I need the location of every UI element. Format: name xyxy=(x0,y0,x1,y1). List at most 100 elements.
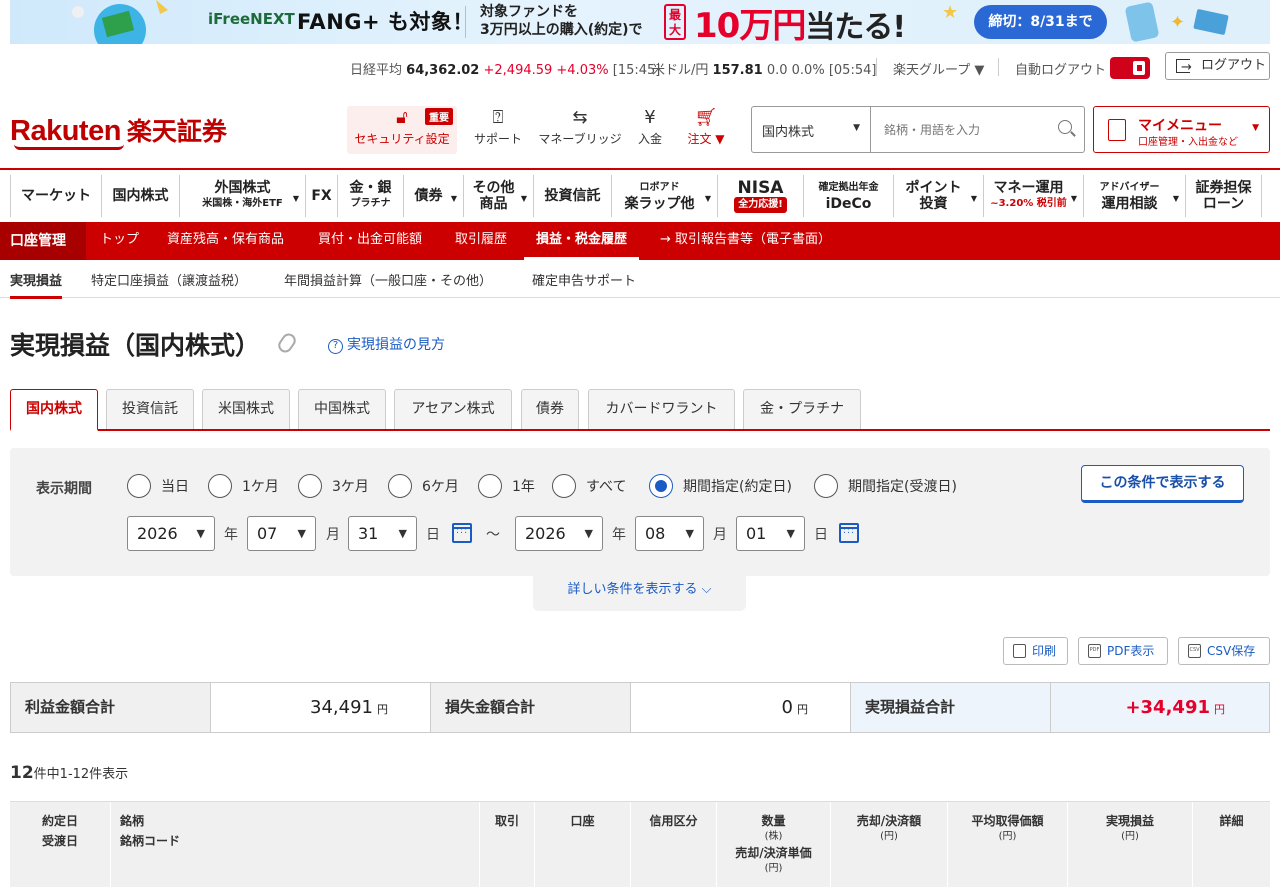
logout-button[interactable]: ログアウト xyxy=(1165,52,1270,81)
subnav-pl-tax[interactable]: 損益・税金履歴 xyxy=(524,222,640,260)
nikkei-ticker: 日経平均 64,362.02 +2,494.59 +4.03% [15:45] xyxy=(350,63,661,78)
gnav-bonds[interactable]: 債券 ▼ xyxy=(404,175,464,217)
gnav-others[interactable]: その他 商品 ▼ xyxy=(464,175,534,217)
banner-ifree: iFreeNEXT xyxy=(208,10,295,28)
profit-total-value: 34,491 円 xyxy=(211,683,431,732)
my-menu-button[interactable]: マイメニュー 口座管理・入出金など ▼ xyxy=(1093,106,1270,153)
promo-banner[interactable]: iFreeNEXT FANG+ も対象！ 対象ファンドを 3万円以上の購入(約定… xyxy=(10,0,1270,44)
gnav-market[interactable]: マーケット xyxy=(10,175,102,217)
col-date: 約定日 受渡日 xyxy=(10,802,111,887)
apply-filter-button[interactable]: この条件で表示する xyxy=(1081,465,1244,503)
pl-summary: 利益金額合計 34,491 円 損失金額合計 0円 実現損益合計 +34,491 円 xyxy=(10,682,1270,733)
gnav-nisa[interactable]: NISA 全力応援! xyxy=(718,175,804,217)
col-stock: 銘柄 銘柄コード xyxy=(111,802,480,887)
subnav-trade-history[interactable]: 取引履歴 xyxy=(455,222,507,260)
period-label: 表示期間 xyxy=(36,481,92,497)
day-unit: 日 xyxy=(814,527,828,543)
col-margin: 信用区分 xyxy=(631,802,717,887)
gnav-money-management[interactable]: マネー運用 ~3.20% 税引前 ▼ xyxy=(984,175,1084,217)
rakuten-group-menu[interactable]: 楽天グループ ▼ xyxy=(893,59,984,78)
chevron-down-icon: ▼ xyxy=(970,194,977,203)
subnav-buying-power[interactable]: 買付・出金可能額 xyxy=(318,222,422,260)
to-day-select[interactable]: 01 xyxy=(736,516,805,551)
tab-realized-pl[interactable]: 実現損益 xyxy=(10,270,63,299)
tab-asean-stock[interactable]: アセアン株式 xyxy=(394,389,512,429)
to-month-select[interactable]: 08 xyxy=(635,516,704,551)
chevron-down-icon: ▼ xyxy=(292,194,299,203)
chevron-down-icon: ▼ xyxy=(1252,123,1259,133)
show-advanced-conditions[interactable]: 詳しい条件を表示する ⌵ xyxy=(533,576,746,611)
search-input[interactable] xyxy=(872,107,1052,152)
radio-settlement-date-range[interactable]: 期間指定(受渡日) xyxy=(814,474,957,500)
tab-mutual-funds[interactable]: 投資信託 xyxy=(106,389,194,429)
tab-domestic-stock[interactable]: 国内株式 xyxy=(10,389,98,431)
csv-button[interactable]: CSV CSV保存 xyxy=(1178,637,1270,665)
tab-bonds[interactable]: 債券 xyxy=(521,389,579,429)
rakuten-logo[interactable]: Rakuten 楽天証券 xyxy=(10,112,227,148)
radio-1month[interactable]: 1ケ月 xyxy=(208,474,279,500)
tab-china-stock[interactable]: 中国株式 xyxy=(298,389,386,429)
document-icon xyxy=(1108,119,1126,141)
gnav-robo-advisor[interactable]: ロボアド 楽ラップ他 ▼ xyxy=(612,175,718,217)
divider xyxy=(876,58,877,76)
tab-us-stock[interactable]: 米国株式 xyxy=(202,389,290,429)
pl-subnav: 実現損益 特定口座損益（譲渡益税） 年間損益計算（一般口座・その他） 確定申告サ… xyxy=(0,262,1280,299)
security-settings-button[interactable]: 重要 🔓︎ セキュリティ設定 xyxy=(347,106,457,154)
pdf-button[interactable]: PDF PDF表示 xyxy=(1078,637,1168,665)
gnav-gold-silver[interactable]: 金・銀 プラチナ xyxy=(338,175,404,217)
tab-annual-pl[interactable]: 年間損益計算（一般口座・その他） xyxy=(284,270,492,289)
search-category-select[interactable]: 国内株式 xyxy=(752,107,871,152)
gnav-securities-loan[interactable]: 証券担保 ローン xyxy=(1186,175,1262,217)
from-month-select[interactable]: 07 xyxy=(247,516,316,551)
paperclip-icon[interactable] xyxy=(275,330,299,356)
gnav-advisor[interactable]: アドバイザー 運用相談 ▼ xyxy=(1084,175,1186,217)
global-nav: マーケット 国内株式 外国株式 米国株・海外ETF ▼ FX 金・銀 プラチナ 債券 ▼… xyxy=(10,175,1272,217)
radio-trade-date-range[interactable]: 期間指定(約定日) xyxy=(649,474,792,500)
tab-specific-account[interactable]: 特定口座損益（譲渡益税） xyxy=(91,270,247,289)
auto-logout-toggle[interactable] xyxy=(1110,57,1150,79)
account-subnav: 口座管理 トップ 資産残高・保有商品 買付・出金可能額 取引履歴 損益・税金履歴… xyxy=(0,222,1280,260)
bank-icon: ⇆ xyxy=(572,107,588,128)
print-button[interactable]: 印刷 xyxy=(1003,637,1068,665)
banner-target: 対象ファンドを 3万円以上の購入(約定)で xyxy=(480,4,643,38)
calendar-icon[interactable] xyxy=(839,523,859,543)
radio-1year[interactable]: 1年 xyxy=(478,474,535,500)
tab-tax-return[interactable]: 確定申告サポート xyxy=(532,270,636,289)
gnav-ideco[interactable]: 確定拠出年金 iDeCo xyxy=(804,175,894,217)
year-unit: 年 xyxy=(224,527,238,543)
radio-6months[interactable]: 6ケ月 xyxy=(388,474,459,500)
tab-covered-warrant[interactable]: カバードワラント xyxy=(588,389,735,429)
col-trade: 取引 xyxy=(480,802,535,887)
realized-total-label: 実現損益合計 xyxy=(851,683,1051,732)
banner-illustration xyxy=(60,0,170,44)
subnav-reports[interactable]: → 取引報告書等（電子書面） xyxy=(660,222,831,260)
day-unit: 日 xyxy=(426,527,440,543)
calendar-icon[interactable] xyxy=(452,523,472,543)
gnav-point-invest[interactable]: ポイント 投資 ▼ xyxy=(894,175,984,217)
to-year-select[interactable]: 2026 xyxy=(515,516,603,551)
banner-prize: 10万円当たる! xyxy=(694,6,906,44)
tab-gold-platinum[interactable]: 金・プラチナ xyxy=(743,389,861,429)
support-button[interactable]: ⍰ サポート xyxy=(471,106,525,154)
from-day-select[interactable]: 31 xyxy=(348,516,417,551)
col-detail: 詳細 xyxy=(1219,814,1244,828)
gnav-domestic-stock[interactable]: 国内株式 xyxy=(102,175,180,217)
loss-total-label: 損失金額合計 xyxy=(431,683,631,732)
radio-all[interactable]: すべて xyxy=(552,474,626,500)
gnav-foreign-stock[interactable]: 外国株式 米国株・海外ETF ▼ xyxy=(180,175,306,217)
howto-link[interactable]: ? 実現損益の見方 xyxy=(328,334,445,354)
subnav-assets[interactable]: 資産残高・保有商品 xyxy=(167,222,284,260)
search-icon[interactable] xyxy=(1058,120,1072,134)
printer-icon xyxy=(1013,644,1026,658)
order-menu-button[interactable]: 🛒︎ 注文 ▼ xyxy=(682,106,730,154)
radio-3months[interactable]: 3ケ月 xyxy=(298,474,369,500)
pdf-icon: PDF xyxy=(1088,644,1101,658)
moneybridge-button[interactable]: ⇆ マネーブリッジ xyxy=(536,106,624,154)
gnav-fx[interactable]: FX xyxy=(306,175,338,217)
gnav-mutual-funds[interactable]: 投資信託 xyxy=(534,175,612,217)
subnav-top[interactable]: トップ xyxy=(100,222,139,260)
from-year-select[interactable]: 2026 xyxy=(127,516,215,551)
account-management-label[interactable]: 口座管理 xyxy=(0,222,86,260)
radio-today[interactable]: 当日 xyxy=(127,474,189,500)
deposit-button[interactable]: ¥ 入金 xyxy=(632,106,668,154)
